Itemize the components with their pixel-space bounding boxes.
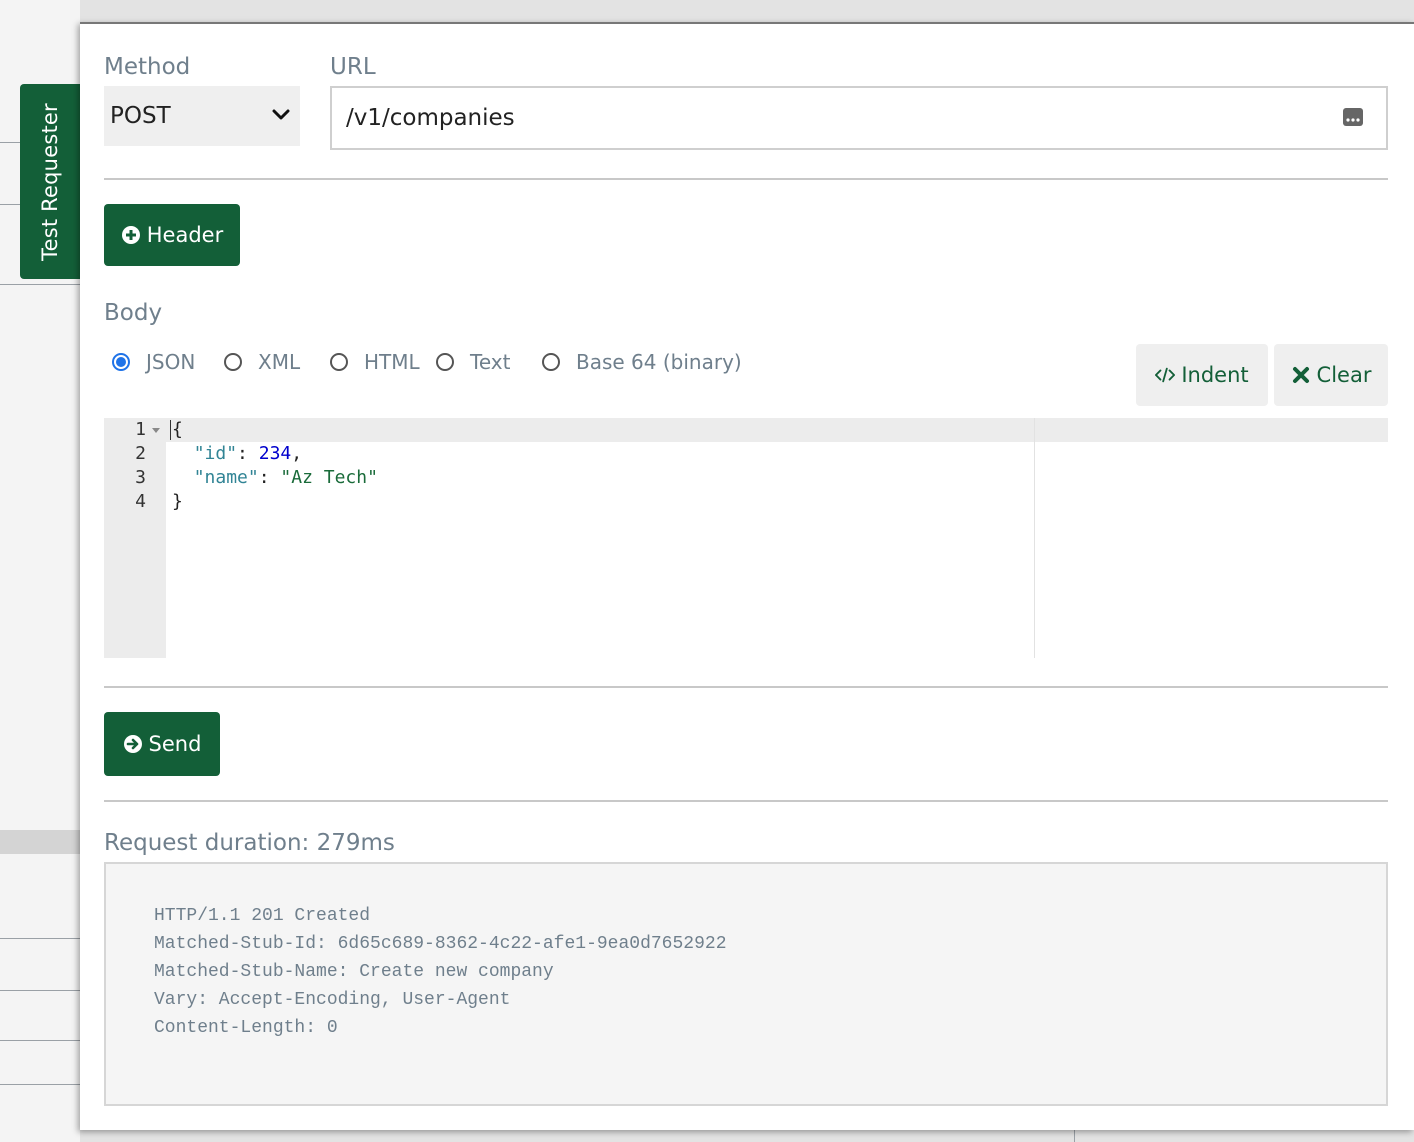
radio-xml-label: XML <box>258 350 301 374</box>
code-token: { <box>172 419 183 440</box>
radio-json-label: JSON <box>146 350 196 374</box>
radio-html[interactable]: HTML <box>330 350 420 374</box>
fold-arrow-icon[interactable] <box>152 428 160 433</box>
background-divider <box>0 284 80 285</box>
response-line: Vary: Accept-Encoding, User-Agent <box>154 990 511 1010</box>
editor-gutter: 1 2 3 4 <box>104 418 166 658</box>
radio-text-circle[interactable] <box>436 353 454 371</box>
radio-base64-label: Base 64 (binary) <box>576 350 742 374</box>
json-body-editor[interactable]: 1 2 3 4 { "id": 234, "name": "Az Tech" } <box>104 418 1388 658</box>
test-requester-panel: Method POST URL /v1/companies Header Bod… <box>80 22 1414 1130</box>
line-number: 3 <box>135 467 146 488</box>
response-line: Matched-Stub-Id: 6d65c689-8362-4c22-afe1… <box>154 934 727 954</box>
radio-text[interactable]: Text <box>436 350 510 374</box>
radio-text-label: Text <box>470 350 511 374</box>
radio-xml-circle[interactable] <box>224 353 242 371</box>
code-token: : <box>237 443 259 464</box>
section-divider <box>104 686 1388 688</box>
url-value: /v1/companies <box>346 105 515 131</box>
radio-base64-circle[interactable] <box>542 353 560 371</box>
url-input[interactable]: /v1/companies <box>330 86 1388 150</box>
code-token: : <box>258 467 281 488</box>
response-output: HTTP/1.1 201 Created Matched-Stub-Id: 6d… <box>104 862 1388 1106</box>
indent-button[interactable]: Indent <box>1136 344 1268 406</box>
code-token: , <box>291 443 303 464</box>
print-margin <box>1034 418 1035 658</box>
radio-json-circle[interactable] <box>112 353 130 371</box>
method-value: POST <box>110 103 171 129</box>
code-token: 234 <box>258 443 292 464</box>
radio-html-label: HTML <box>364 350 420 374</box>
send-button[interactable]: Send <box>104 712 220 776</box>
background-row-highlight <box>0 830 80 854</box>
background-divider <box>0 1084 80 1085</box>
response-line: Matched-Stub-Name: Create new company <box>154 962 554 982</box>
arrow-right-circle-icon <box>123 735 142 753</box>
background-divider <box>0 1040 80 1041</box>
clear-label: Clear <box>1316 363 1372 387</box>
active-line-highlight <box>166 418 1388 442</box>
send-label: Send <box>148 732 202 756</box>
radio-base64[interactable]: Base 64 (binary) <box>542 350 742 374</box>
indent-label: Indent <box>1181 363 1249 387</box>
section-divider <box>104 178 1388 180</box>
code-token: "Az Tech" <box>280 467 378 488</box>
request-duration: Request duration: 279ms <box>104 830 395 856</box>
plus-circle-icon <box>121 226 140 244</box>
response-line: Content-Length: 0 <box>154 1018 338 1038</box>
chevron-down-icon <box>272 109 290 120</box>
add-header-label: Header <box>146 223 224 247</box>
code-line: "name": "Az Tech" <box>172 466 378 490</box>
response-line: HTTP/1.1 201 Created <box>154 906 371 926</box>
background-column-divider <box>1074 1128 1075 1142</box>
method-select[interactable]: POST <box>104 86 300 146</box>
code-line: } <box>172 490 183 514</box>
more-options-icon[interactable] <box>1342 106 1364 128</box>
test-requester-tab-label: Test Requester <box>38 102 62 261</box>
line-number: 4 <box>135 491 146 512</box>
radio-xml[interactable]: XML <box>224 350 300 374</box>
test-requester-tab[interactable]: Test Requester <box>20 84 80 279</box>
radio-json[interactable]: JSON <box>112 350 195 374</box>
clear-button[interactable]: Clear <box>1274 344 1388 406</box>
radio-html-circle[interactable] <box>330 353 348 371</box>
url-label: URL <box>330 54 376 80</box>
section-divider <box>104 800 1388 802</box>
add-header-button[interactable]: Header <box>104 204 240 266</box>
code-icon <box>1155 367 1176 383</box>
line-number: 2 <box>135 443 146 464</box>
background-divider <box>0 938 80 939</box>
close-icon <box>1292 367 1309 383</box>
code-token: "id" <box>193 443 238 464</box>
line-number: 1 <box>135 419 146 440</box>
code-token: } <box>172 491 183 512</box>
body-label: Body <box>104 300 163 326</box>
background-divider <box>0 990 80 991</box>
code-line: { <box>172 418 183 442</box>
code-line: "id": 234, <box>172 442 302 466</box>
code-token: "name" <box>193 467 259 488</box>
method-label: Method <box>104 54 191 80</box>
text-cursor <box>170 420 171 440</box>
